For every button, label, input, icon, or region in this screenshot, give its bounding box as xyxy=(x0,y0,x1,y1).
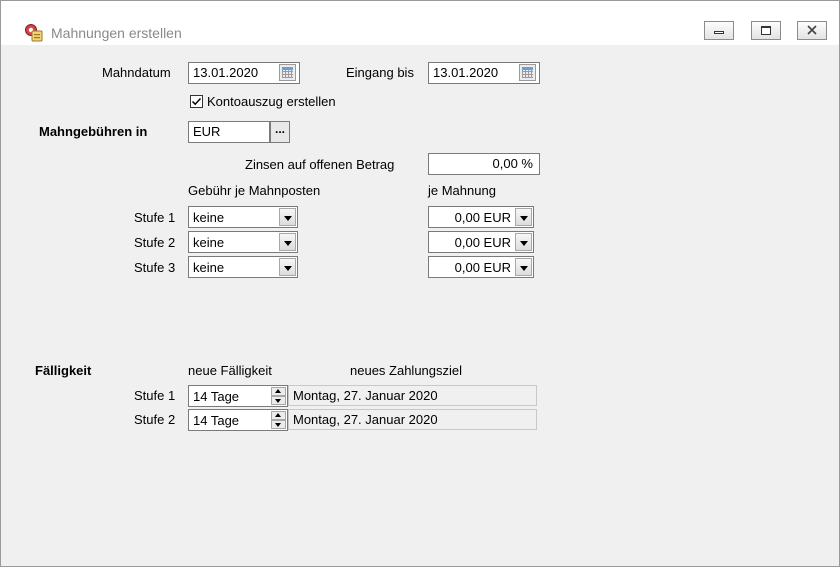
title-bar: Mahnungen erstellen xyxy=(1,1,839,45)
calendar-icon xyxy=(282,67,293,78)
fee-per-dunning-value: 0,00 EUR xyxy=(454,260,511,275)
eingang-value: 13.01.2020 xyxy=(433,65,499,80)
fee-per-item-select[interactable]: keine xyxy=(188,256,298,278)
close-icon xyxy=(806,23,818,37)
kontoauszug-checkbox[interactable] xyxy=(190,95,203,108)
due-date-value: Montag, 27. Januar 2020 xyxy=(293,412,438,427)
due-date-value: Montag, 27. Januar 2020 xyxy=(293,388,438,403)
fee-per-dunning-select[interactable]: 0,00 EUR xyxy=(428,231,534,253)
chevron-down-icon[interactable] xyxy=(515,258,532,276)
calendar-icon xyxy=(522,67,533,78)
fee-per-item-value: keine xyxy=(193,260,225,275)
fee-per-item-select[interactable]: keine xyxy=(188,231,298,253)
maximize-icon xyxy=(761,26,771,35)
fee-per-item-value: keine xyxy=(193,235,225,250)
chevron-down-icon[interactable] xyxy=(515,208,532,226)
due-date-display: Montag, 27. Januar 2020 xyxy=(288,409,537,430)
col-header-per-item: Gebühr je Mahnposten xyxy=(188,183,321,198)
mahndatum-value: 13.01.2020 xyxy=(193,65,259,80)
zinsen-value: 0,00 % xyxy=(492,156,533,171)
dialog-window: Mahnungen erstellen Mahndatum 13.01.2020… xyxy=(0,0,840,567)
chevron-down-icon[interactable] xyxy=(279,208,296,226)
fee-row-label: Stufe 2 xyxy=(134,235,176,250)
chevron-down-icon[interactable] xyxy=(515,233,532,251)
currency-field[interactable]: EUR xyxy=(188,121,270,143)
col-header-new-target: neues Zahlungsziel xyxy=(350,363,463,378)
app-dunning-icon xyxy=(24,23,44,43)
fee-per-dunning-select[interactable]: 0,00 EUR xyxy=(428,206,534,228)
eingang-calendar-button[interactable] xyxy=(519,64,536,81)
fee-per-item-select[interactable]: keine xyxy=(188,206,298,228)
fee-row-label: Stufe 1 xyxy=(134,210,176,225)
maximize-button[interactable] xyxy=(751,21,781,40)
faelligkeit-label: Fälligkeit xyxy=(35,363,92,378)
due-row-label: Stufe 2 xyxy=(134,412,176,427)
spin-up-button[interactable] xyxy=(271,411,286,420)
checkmark-icon xyxy=(191,97,202,106)
fee-per-dunning-value: 0,00 EUR xyxy=(454,235,511,250)
currency-value: EUR xyxy=(193,124,221,139)
mahndatum-calendar-button[interactable] xyxy=(279,64,296,81)
close-button[interactable] xyxy=(797,21,827,40)
fee-per-dunning-select[interactable]: 0,00 EUR xyxy=(428,256,534,278)
mahngebuehren-label: Mahngebühren in xyxy=(39,124,148,139)
window-title: Mahnungen erstellen xyxy=(51,25,182,41)
fee-row-label: Stufe 3 xyxy=(134,260,176,275)
minimize-button[interactable] xyxy=(704,21,734,40)
due-days-value: 14 Tage xyxy=(193,389,240,404)
eingang-label: Eingang bis xyxy=(346,65,414,80)
fee-per-dunning-value: 0,00 EUR xyxy=(454,210,511,225)
due-days-spinner[interactable]: 14 Tage xyxy=(188,385,288,407)
currency-browse-button[interactable]: ... xyxy=(270,121,290,143)
col-header-new-due: neue Fälligkeit xyxy=(188,363,272,378)
spin-up-button[interactable] xyxy=(271,387,286,396)
chevron-down-icon[interactable] xyxy=(279,258,296,276)
minimize-icon xyxy=(714,31,724,34)
zinsen-label: Zinsen auf offenen Betrag xyxy=(245,157,395,172)
zinsen-field[interactable]: 0,00 % xyxy=(428,153,540,175)
spin-down-button[interactable] xyxy=(271,396,286,405)
kontoauszug-label[interactable]: Kontoauszug erstellen xyxy=(207,94,336,110)
spin-down-button[interactable] xyxy=(271,420,286,429)
col-header-per-dunning: je Mahnung xyxy=(428,183,496,198)
due-days-spinner[interactable]: 14 Tage xyxy=(188,409,288,431)
due-date-display: Montag, 27. Januar 2020 xyxy=(288,385,537,406)
due-row-label: Stufe 1 xyxy=(134,388,176,403)
mahndatum-label: Mahndatum xyxy=(102,65,171,80)
dialog-content: Mahndatum 13.01.2020 Eingang bis 13.01.2… xyxy=(10,47,838,565)
chevron-down-icon[interactable] xyxy=(279,233,296,251)
due-days-value: 14 Tage xyxy=(193,413,240,428)
fee-per-item-value: keine xyxy=(193,210,225,225)
